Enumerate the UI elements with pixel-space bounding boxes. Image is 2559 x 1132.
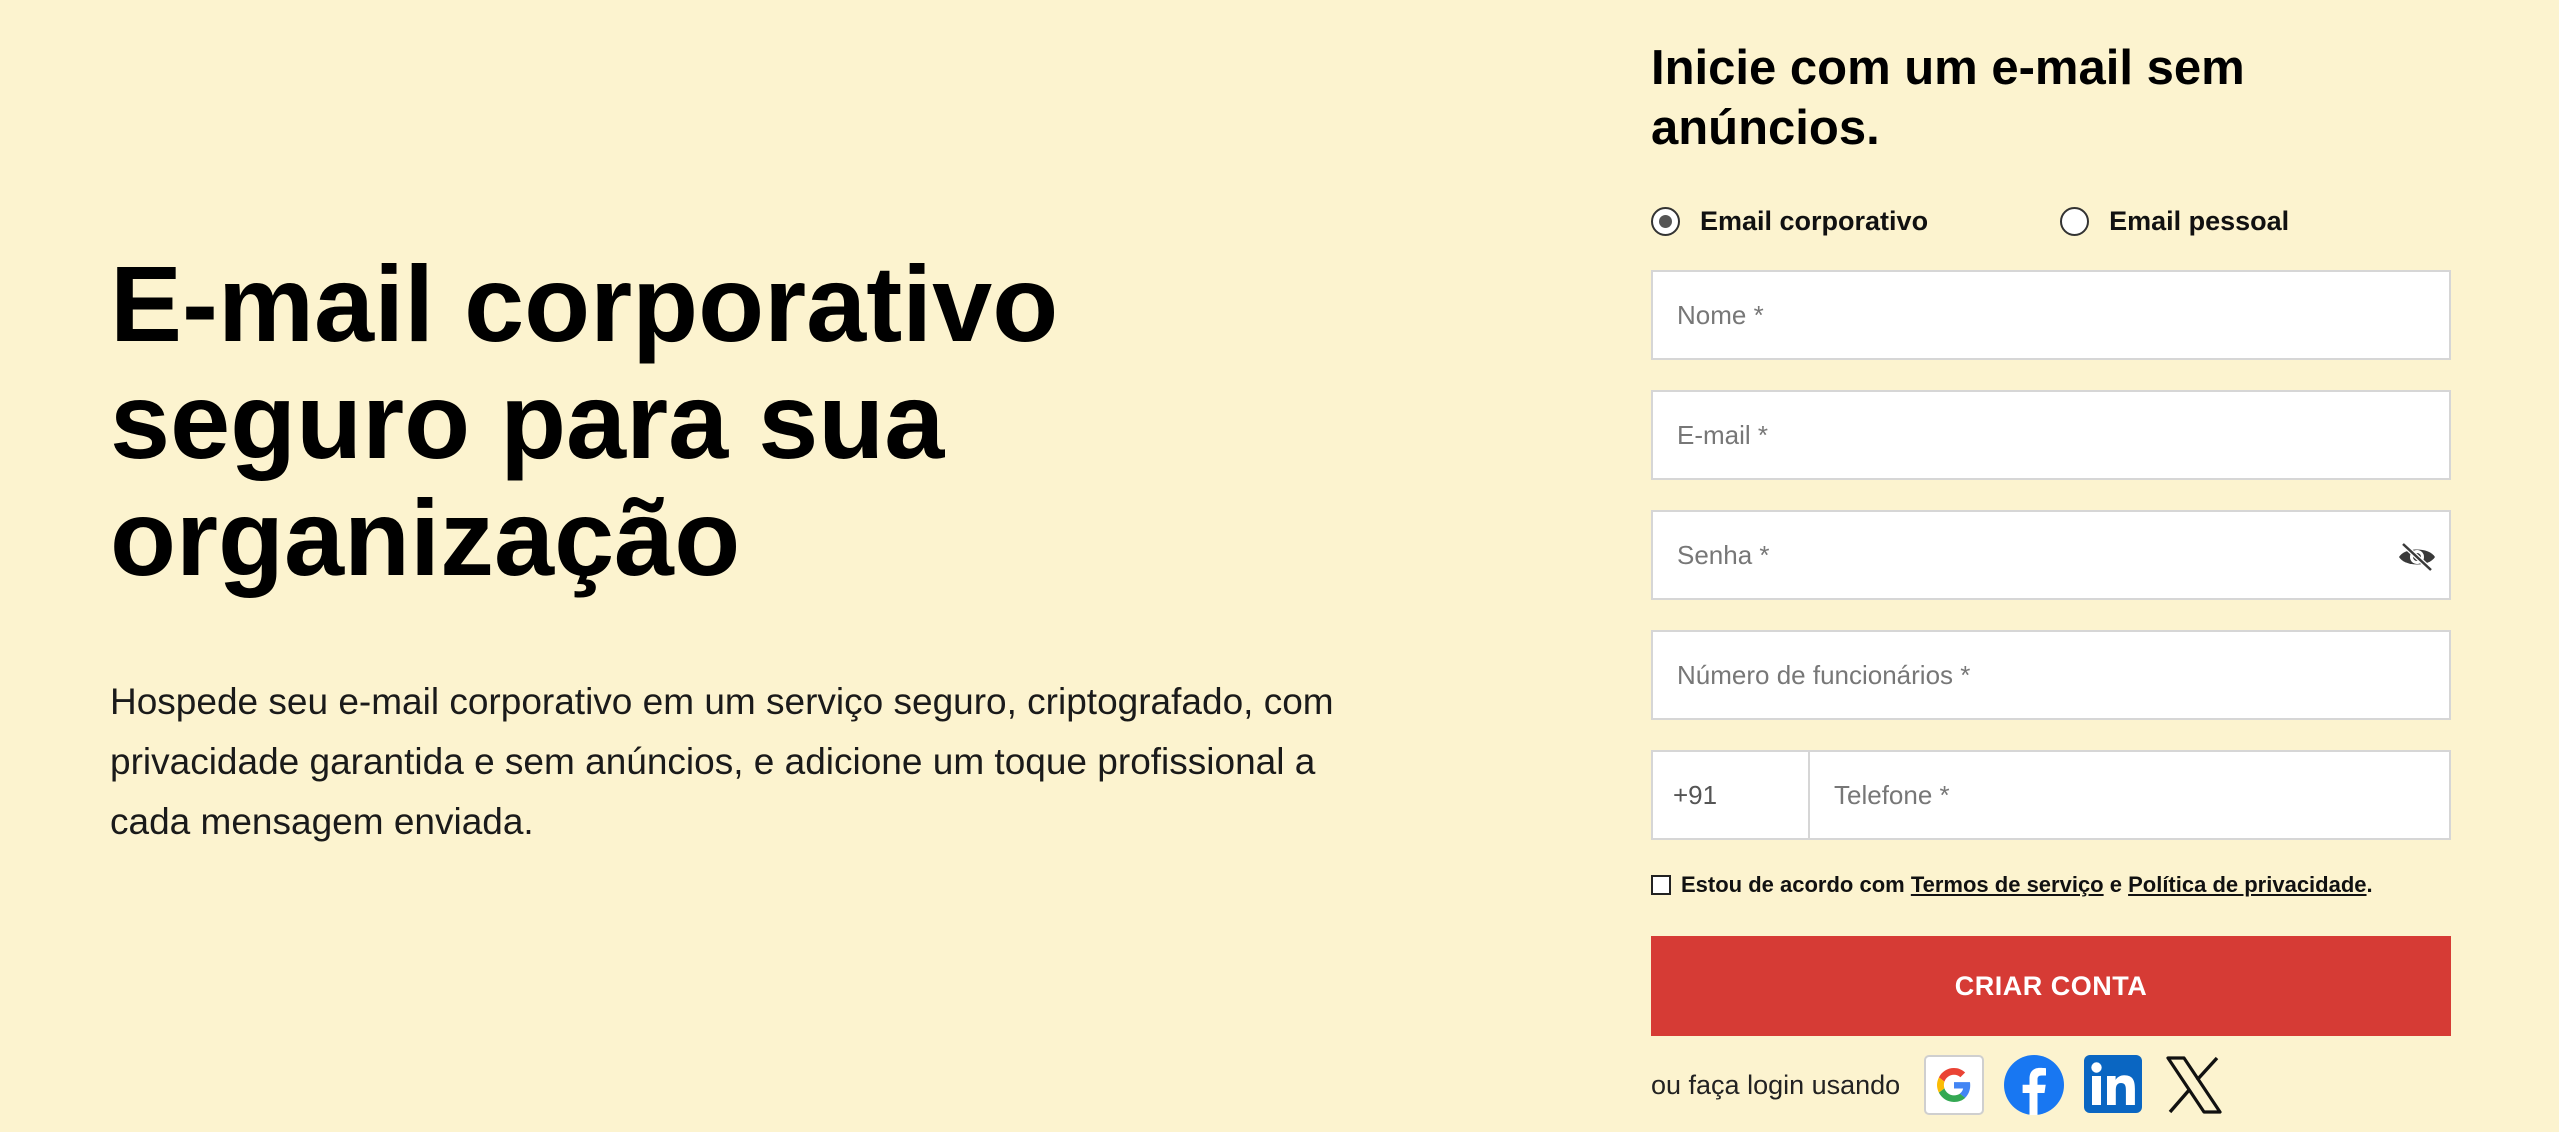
google-icon bbox=[1937, 1068, 1971, 1102]
phone-input[interactable] bbox=[1810, 752, 2449, 838]
linkedin-icon bbox=[2084, 1055, 2143, 1113]
privacy-policy-link[interactable]: Política de privacidade bbox=[2128, 872, 2366, 898]
name-input[interactable] bbox=[1653, 272, 2449, 358]
hero-title-line2: seguro para sua bbox=[110, 360, 945, 481]
employees-field bbox=[1651, 630, 2451, 720]
radio-unselected-icon[interactable] bbox=[2060, 206, 2090, 236]
hero-section: E-mail corporativo seguro para sua organ… bbox=[110, 245, 1410, 852]
terms-conjunction: e bbox=[2103, 872, 2129, 897]
hero-title: E-mail corporativo seguro para sua organ… bbox=[110, 245, 1410, 596]
phone-field bbox=[1808, 750, 2451, 840]
eye-slash-icon[interactable] bbox=[2395, 539, 2439, 575]
google-login-button[interactable] bbox=[1924, 1055, 1985, 1115]
email-input[interactable] bbox=[1653, 392, 2449, 478]
terms-of-service-link[interactable]: Termos de serviço bbox=[1911, 872, 2104, 898]
radio-email-corporativo[interactable]: Email corporativo bbox=[1651, 206, 1928, 237]
create-account-button[interactable]: CRIAR CONTA bbox=[1651, 936, 2451, 1036]
radio-email-pessoal[interactable]: Email pessoal bbox=[2060, 206, 2289, 237]
hero-title-line3: organização bbox=[110, 477, 741, 598]
password-input[interactable] bbox=[1653, 512, 2449, 598]
country-code-select[interactable]: +91 bbox=[1651, 750, 1808, 840]
email-field bbox=[1651, 390, 2451, 480]
terms-row: Estou de acordo com Termos de serviço e … bbox=[1651, 870, 2451, 900]
password-field bbox=[1651, 510, 2451, 600]
account-type-radio-group: Email corporativo Email pessoal bbox=[1651, 201, 2451, 241]
social-login-row: ou faça login usando bbox=[1651, 1054, 2451, 1116]
social-login-label: ou faça login usando bbox=[1651, 1069, 1901, 1100]
signup-form: Inicie com um e-mail sem anúncios. Email… bbox=[1651, 38, 2451, 1116]
phone-row: +91 bbox=[1651, 750, 2451, 840]
form-heading: Inicie com um e-mail sem anúncios. bbox=[1651, 41, 2245, 155]
terms-prefix: Estou de acordo com bbox=[1681, 872, 1911, 897]
name-field bbox=[1651, 270, 2451, 360]
linkedin-login-button[interactable] bbox=[2084, 1055, 2144, 1115]
radio-selected-icon[interactable] bbox=[1651, 206, 1680, 236]
facebook-login-button[interactable] bbox=[2004, 1055, 2065, 1115]
radio-label-pessoal: Email pessoal bbox=[2109, 205, 2290, 236]
radio-label-corporativo: Email corporativo bbox=[1700, 205, 1929, 236]
facebook-icon bbox=[2004, 1055, 2065, 1115]
x-login-button[interactable] bbox=[2164, 1055, 2224, 1115]
hero-title-line1: E-mail corporativo bbox=[110, 243, 1059, 364]
employees-input[interactable] bbox=[1653, 632, 2449, 718]
hero-subtitle: Hospede seu e-mail corporativo em um ser… bbox=[110, 681, 1334, 842]
terms-suffix: . bbox=[2366, 872, 2373, 897]
terms-checkbox[interactable] bbox=[1651, 875, 1671, 895]
x-icon bbox=[2166, 1056, 2222, 1114]
